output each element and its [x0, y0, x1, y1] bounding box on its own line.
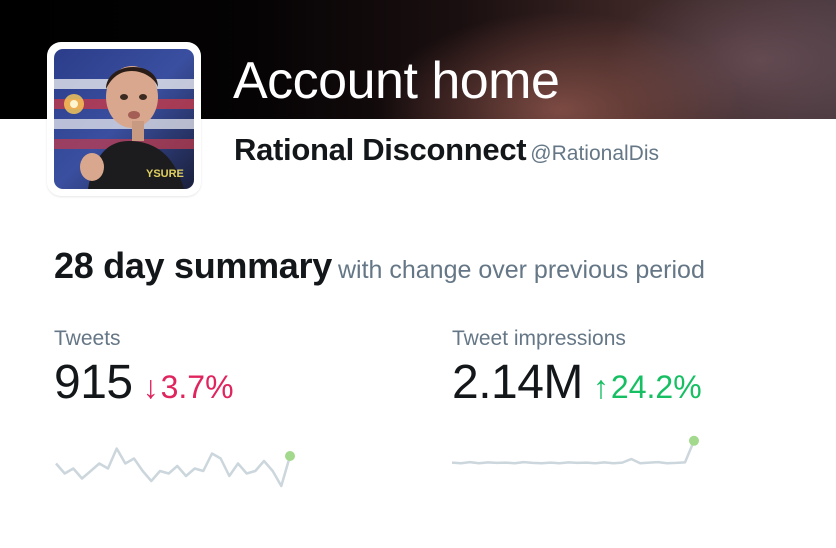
- metric-label: Tweet impressions: [452, 327, 626, 350]
- profile-line: Rational Disconnect @RationalDis: [234, 132, 659, 168]
- metric-label: Tweets: [54, 327, 121, 350]
- arrow-up-icon: ↑: [592, 369, 609, 405]
- summary-subtitle: with change over previous period: [337, 256, 705, 284]
- avatar-image: YSURE: [54, 49, 194, 189]
- metric-value: 2.14M: [452, 356, 583, 409]
- sparkline-path: [452, 440, 696, 465]
- display-name[interactable]: Rational Disconnect: [234, 132, 527, 167]
- metric-tweets[interactable]: Tweets 915 ↓3.7%: [54, 325, 234, 411]
- sparkline-path: [55, 447, 292, 488]
- change-indicator: ↓3.7%: [143, 369, 234, 405]
- change-value: 3.7%: [160, 369, 234, 405]
- tweets-sparkline: [55, 447, 295, 488]
- arrow-down-icon: ↓: [142, 369, 159, 405]
- summary-title: 28 day summary: [54, 245, 332, 286]
- metric-impressions[interactable]: Tweet impressions 2.14M ↑24.2%: [452, 325, 702, 411]
- sparkline-end-dot: [285, 451, 295, 461]
- summary-heading: 28 day summary with change over previous …: [54, 245, 705, 287]
- avatar[interactable]: YSURE: [47, 42, 201, 196]
- svg-text:YSURE: YSURE: [146, 168, 184, 180]
- sparkline-end-dot: [689, 435, 699, 446]
- change-value: 24.2%: [610, 369, 702, 405]
- impressions-sparkline: [452, 435, 699, 465]
- user-handle[interactable]: @RationalDis: [530, 142, 659, 165]
- page-title: Account home: [233, 52, 560, 110]
- change-indicator: ↑24.2%: [593, 369, 702, 405]
- metric-value: 915: [54, 356, 133, 409]
